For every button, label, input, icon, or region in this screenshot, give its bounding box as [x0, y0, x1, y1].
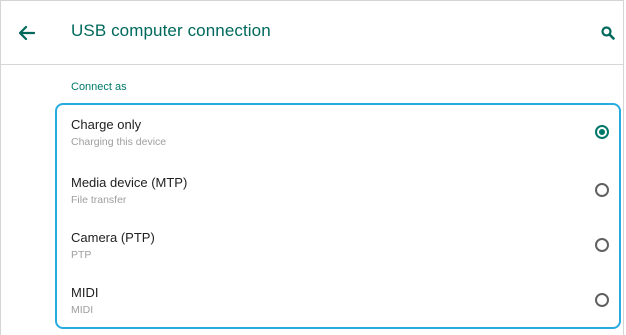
search-icon — [601, 26, 615, 40]
option-charge-only[interactable]: Charge only Charging this device — [57, 107, 619, 163]
radio-button[interactable] — [595, 183, 609, 197]
option-summary: MIDI — [71, 304, 94, 316]
option-camera-ptp[interactable]: Camera (PTP) PTP — [57, 220, 619, 276]
option-label: Camera (PTP) — [71, 230, 155, 245]
option-summary: PTP — [71, 249, 92, 261]
option-midi[interactable]: MIDI MIDI — [57, 275, 619, 331]
radio-button-checked[interactable] — [595, 125, 609, 139]
option-media-device-mtp[interactable]: Media device (MTP) File transfer — [57, 165, 619, 221]
option-label: Media device (MTP) — [71, 175, 188, 190]
settings-window: USB computer connection Connect as Charg… — [0, 0, 624, 335]
connection-options-group: Charge only Charging this device Media d… — [55, 103, 621, 329]
option-summary: File transfer — [71, 194, 127, 206]
section-header-connect-as: Connect as — [71, 81, 127, 93]
search-button[interactable] — [597, 22, 619, 44]
app-bar: USB computer connection — [1, 1, 623, 65]
option-label: MIDI — [71, 285, 99, 300]
radio-button[interactable] — [595, 293, 609, 307]
arrow-left-icon — [19, 26, 35, 40]
radio-button[interactable] — [595, 238, 609, 252]
option-label: Charge only — [71, 117, 142, 132]
page-title: USB computer connection — [71, 21, 271, 40]
back-button[interactable] — [15, 21, 39, 45]
option-summary: Charging this device — [71, 136, 167, 148]
